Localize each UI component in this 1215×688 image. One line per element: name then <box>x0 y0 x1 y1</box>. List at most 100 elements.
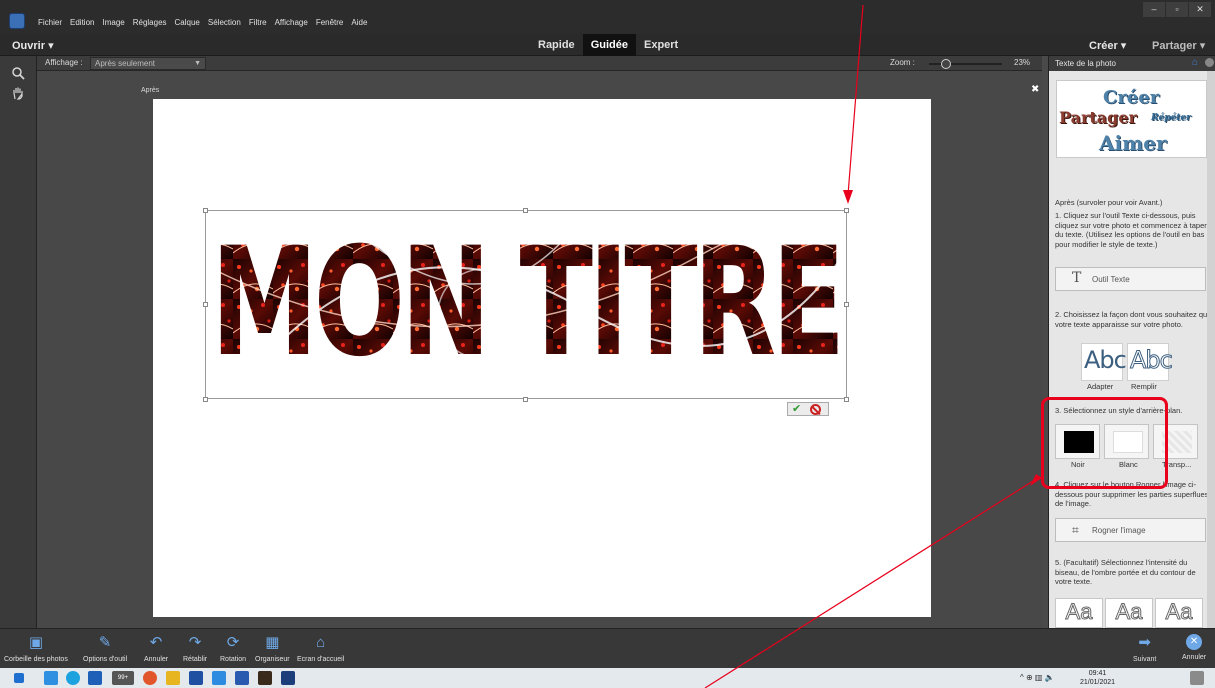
menu-fenetre[interactable]: Fenêtre <box>316 18 344 27</box>
tool-options-icon: ✎ <box>98 634 112 651</box>
step-2-text: 2. Choisissez la façon dont vous souhait… <box>1055 310 1212 329</box>
text-tool-label: Outil Texte <box>1092 275 1130 284</box>
firefox-icon[interactable] <box>143 671 157 685</box>
options-bar: Affichage : Après seulement ▼ Zoom : 23% <box>37 56 1042 71</box>
rotate-button[interactable]: ⟳ Rotation <box>220 634 246 663</box>
text-tool-icon: T <box>1072 270 1082 286</box>
minimize-button[interactable]: – <box>1143 2 1165 17</box>
cancel-edit-icon[interactable] <box>810 404 821 415</box>
commit-bar: ✔ <box>787 402 829 416</box>
panel-title: Texte de la photo <box>1055 59 1116 68</box>
hand-icon <box>13 87 23 100</box>
preview-image: Créer Partager Répéter Aimer <box>1056 80 1207 158</box>
menu-calque[interactable]: Calque <box>175 18 200 27</box>
bevel-option-3[interactable]: Aa <box>1155 598 1203 628</box>
undo-button[interactable]: ↶ Annuler <box>144 634 168 663</box>
menu-reglages[interactable]: Réglages <box>133 18 167 27</box>
cancel-guided-button[interactable]: ✕ Annuler <box>1182 634 1206 661</box>
home-screen-button[interactable]: ⌂ Ecran d'accueil <box>297 634 344 663</box>
menu-edition[interactable]: Edition <box>70 18 94 27</box>
redo-button[interactable]: ↷ Rétablir <box>183 634 207 663</box>
style-fit-sample: Abc <box>1084 346 1127 374</box>
help-icon[interactable] <box>1205 58 1214 67</box>
rotate-icon: ⟳ <box>226 634 240 651</box>
resize-handle-t[interactable] <box>523 208 528 213</box>
clock[interactable]: 09:41 21/01/2021 <box>1080 669 1115 687</box>
window-controls: – ▫ ✕ <box>1143 2 1211 17</box>
style-fill-sample: Abc <box>1130 346 1174 375</box>
mode-bar: Ouvrir ▾ Rapide Guidée Expert Créer ▾ Pa… <box>0 34 1215 56</box>
photos-icon[interactable] <box>189 671 203 685</box>
document-canvas[interactable]: MON TITRE ✔ <box>153 99 931 617</box>
magnifier-icon <box>12 67 25 80</box>
resize-handle-br[interactable] <box>844 397 849 402</box>
resize-handle-tr[interactable] <box>844 208 849 213</box>
word-icon[interactable] <box>235 671 249 685</box>
chat-icon[interactable] <box>212 671 226 685</box>
crop-icon: ⌗ <box>1072 523 1079 537</box>
close-document-icon[interactable]: ✖ <box>1031 84 1039 95</box>
tool-options-button[interactable]: ✎ Options d'outil <box>83 634 127 663</box>
create-menu-button[interactable]: Créer ▾ <box>1089 39 1126 52</box>
share-menu-button[interactable]: Partager ▾ <box>1152 39 1205 52</box>
resize-handle-l[interactable] <box>203 302 208 307</box>
close-window-button[interactable]: ✕ <box>1189 2 1211 17</box>
tray-icons[interactable]: ^ ⊕ ▥ 🔈 <box>1020 673 1055 682</box>
home-screen-label: Ecran d'accueil <box>297 656 345 663</box>
home-icon[interactable]: ⌂ <box>1192 57 1198 68</box>
bevel-option-1[interactable]: Aa <box>1055 598 1103 628</box>
menu-selection[interactable]: Sélection <box>208 18 241 27</box>
next-button[interactable]: ➡ Suivant <box>1133 634 1156 663</box>
tab-expert[interactable]: Expert <box>636 34 686 56</box>
menu-affichage[interactable]: Affichage <box>275 18 308 27</box>
photoshop-elements-taskbar-icon[interactable] <box>281 671 295 685</box>
mail-badge-icon[interactable]: 99+ <box>112 671 134 685</box>
cancel-label: Annuler <box>1182 654 1207 661</box>
folder-icon[interactable] <box>166 671 180 685</box>
style-fill-button[interactable]: Abc <box>1127 343 1174 381</box>
menu-fichier[interactable]: Fichier <box>38 18 62 27</box>
hand-tool[interactable] <box>7 86 29 104</box>
photoshop-elements-window: Fichier Edition Image Réglages Calque Sé… <box>0 0 1215 688</box>
cancel-circle-icon: ✕ <box>1186 634 1203 650</box>
view-label: Affichage : <box>45 58 83 67</box>
premiere-icon[interactable] <box>258 671 272 685</box>
maximize-button[interactable]: ▫ <box>1166 2 1188 17</box>
open-button[interactable]: Ouvrir ▾ <box>12 39 54 52</box>
commit-checkmark-icon[interactable]: ✔ <box>792 403 801 416</box>
windows-start-icon[interactable] <box>14 673 24 683</box>
arrow-right-icon: ➡ <box>1138 634 1151 651</box>
step-5-text: 5. (Facultatif) Sélectionnez l'intensité… <box>1055 558 1196 586</box>
text-bounding-box[interactable] <box>205 210 847 399</box>
crop-image-button[interactable]: ⌗ Rogner l'image <box>1055 518 1206 542</box>
resize-handle-b[interactable] <box>523 397 528 402</box>
tab-guidee[interactable]: Guidée <box>582 34 636 56</box>
organizer-button[interactable]: ▦ Organiseur <box>255 634 290 663</box>
mode-tabs: Rapide Guidée Expert <box>530 34 686 56</box>
bevel-option-2[interactable]: Aa <box>1105 598 1153 628</box>
menu-aide[interactable]: Aide <box>351 18 367 27</box>
style-fit-button[interactable]: Abc <box>1081 343 1127 381</box>
zoom-slider-knob[interactable] <box>941 59 951 69</box>
canvas-area: Après ✖ ✔ <box>37 71 1042 628</box>
view-select[interactable]: Après seulement ▼ <box>90 57 206 70</box>
resize-handle-bl[interactable] <box>203 397 208 402</box>
tab-rapide[interactable]: Rapide <box>530 34 583 56</box>
panel-scrollbar[interactable] <box>1207 71 1215 628</box>
photo-bin-button[interactable]: ▣ Corbeille des photos <box>4 634 68 663</box>
resize-handle-r[interactable] <box>844 302 849 307</box>
document-view-label: Après <box>141 87 160 94</box>
menu-bar: Fichier Edition Image Réglages Calque Sé… <box>0 0 1215 34</box>
defender-icon[interactable] <box>88 671 102 685</box>
menu-filtre[interactable]: Filtre <box>249 18 267 27</box>
menu-image[interactable]: Image <box>102 18 124 27</box>
zoom-slider[interactable] <box>929 59 1002 69</box>
resize-handle-tl[interactable] <box>203 208 208 213</box>
notification-icon[interactable] <box>1190 671 1204 685</box>
edge-icon[interactable] <box>66 671 80 685</box>
explorer-icon[interactable] <box>44 671 58 685</box>
zoom-tool[interactable] <box>7 66 29 84</box>
bevel-options: Aa Aa Aa <box>1055 598 1206 628</box>
annotation-highlight-box <box>1041 397 1168 489</box>
text-tool-button[interactable]: T Outil Texte <box>1055 267 1206 291</box>
